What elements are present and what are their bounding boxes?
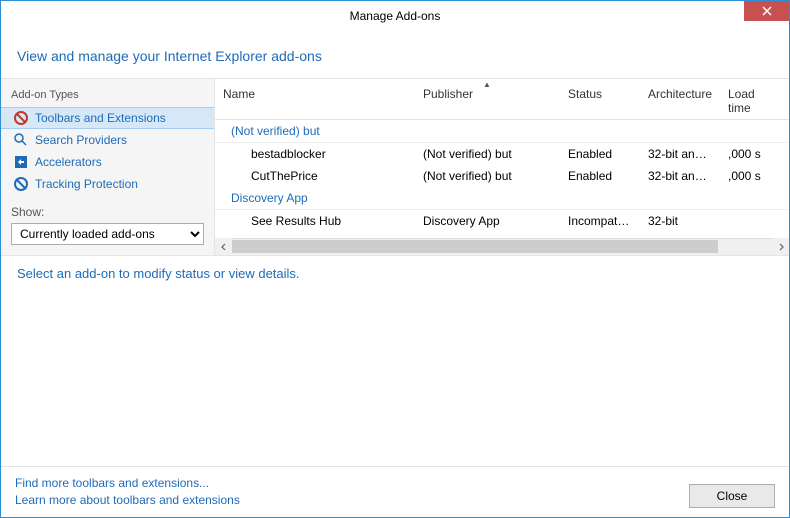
header: View and manage your Internet Explorer a… xyxy=(1,30,789,78)
horizontal-scrollbar[interactable] xyxy=(215,238,789,255)
spacer xyxy=(1,291,789,467)
sidebar-item-label: Tracking Protection xyxy=(35,177,138,191)
sidebar-item-label: Toolbars and Extensions xyxy=(35,111,166,125)
table-row[interactable]: See Results Hub Discovery App Incompatib… xyxy=(215,210,789,232)
column-header-load-time[interactable]: Load time xyxy=(720,83,780,119)
toolbar-icon xyxy=(13,110,29,126)
close-button[interactable]: Close xyxy=(689,484,775,508)
cell-name: CutThePrice xyxy=(215,167,415,185)
column-header-status[interactable]: Status xyxy=(560,83,640,119)
scroll-track[interactable] xyxy=(232,238,772,255)
window-body: View and manage your Internet Explorer a… xyxy=(0,30,790,518)
chevron-left-icon xyxy=(220,243,228,251)
cell-architecture: 32-bit and ... xyxy=(640,145,720,163)
grid-body: (Not verified) but bestadblocker (Not ve… xyxy=(215,120,789,238)
content: Name Publisher ▲ Status Architecture Loa… xyxy=(215,79,789,255)
cell-load-time: ,000 s xyxy=(720,145,780,163)
sidebar-item-accelerators[interactable]: Accelerators xyxy=(1,151,214,173)
tracking-protection-icon xyxy=(13,176,29,192)
sidebar-item-tracking-protection[interactable]: Tracking Protection xyxy=(1,173,214,195)
detail-pane: Select an add-on to modify status or vie… xyxy=(1,255,789,291)
scroll-left-button[interactable] xyxy=(215,238,232,255)
accelerator-icon xyxy=(13,154,29,170)
scroll-thumb[interactable] xyxy=(232,240,718,253)
search-icon xyxy=(13,132,29,148)
cell-architecture: 32-bit xyxy=(640,212,720,230)
link-find-more[interactable]: Find more toolbars and extensions... xyxy=(15,475,689,492)
cell-name: See Results Hub xyxy=(215,212,415,230)
window-title: Manage Add-ons xyxy=(1,9,789,23)
detail-message: Select an add-on to modify status or vie… xyxy=(17,266,773,281)
cell-publisher: (Not verified) but xyxy=(415,167,560,185)
cell-publisher: (Not verified) but xyxy=(415,145,560,163)
cell-load-time: ,000 s xyxy=(720,167,780,185)
sidebar-item-label: Search Providers xyxy=(35,133,127,147)
sidebar: Add-on Types Toolbars and Extensions Sea… xyxy=(1,79,215,255)
cell-status: Enabled xyxy=(560,145,640,163)
sidebar-item-search-providers[interactable]: Search Providers xyxy=(1,129,214,151)
show-label: Show: xyxy=(1,195,214,221)
window-close-button[interactable] xyxy=(744,1,789,21)
page-title: View and manage your Internet Explorer a… xyxy=(17,48,773,64)
cell-status: Enabled xyxy=(560,167,640,185)
main-area: Add-on Types Toolbars and Extensions Sea… xyxy=(1,78,789,255)
cell-status: Incompatible xyxy=(560,212,640,230)
group-row[interactable]: (Not verified) but xyxy=(215,120,789,143)
group-row[interactable]: Discovery App xyxy=(215,187,789,210)
footer-links: Find more toolbars and extensions... Lea… xyxy=(15,475,689,509)
link-learn-more[interactable]: Learn more about toolbars and extensions xyxy=(15,492,689,509)
sidebar-types-label: Add-on Types xyxy=(1,85,214,107)
cell-name: bestadblocker xyxy=(215,145,415,163)
cell-load-time xyxy=(720,212,780,230)
cell-publisher: Discovery App xyxy=(415,212,560,230)
footer: Find more toolbars and extensions... Lea… xyxy=(1,466,789,517)
table-row[interactable]: CutThePrice (Not verified) but Enabled 3… xyxy=(215,165,789,187)
column-header-publisher[interactable]: Publisher ▲ xyxy=(415,83,560,119)
column-header-architecture[interactable]: Architecture xyxy=(640,83,720,119)
sort-indicator-icon: ▲ xyxy=(483,80,491,89)
scroll-right-button[interactable] xyxy=(772,238,789,255)
column-header-publisher-label: Publisher xyxy=(423,87,473,101)
show-dropdown[interactable]: Currently loaded add-ons xyxy=(11,223,204,245)
titlebar[interactable]: Manage Add-ons xyxy=(0,0,790,30)
column-header-name[interactable]: Name xyxy=(215,83,415,119)
close-icon xyxy=(762,6,772,16)
sidebar-item-toolbars-extensions[interactable]: Toolbars and Extensions xyxy=(1,107,214,129)
grid-header: Name Publisher ▲ Status Architecture Loa… xyxy=(215,79,789,120)
chevron-right-icon xyxy=(777,243,785,251)
cell-architecture: 32-bit and ... xyxy=(640,167,720,185)
sidebar-item-label: Accelerators xyxy=(35,155,102,169)
table-row[interactable]: bestadblocker (Not verified) but Enabled… xyxy=(215,143,789,165)
